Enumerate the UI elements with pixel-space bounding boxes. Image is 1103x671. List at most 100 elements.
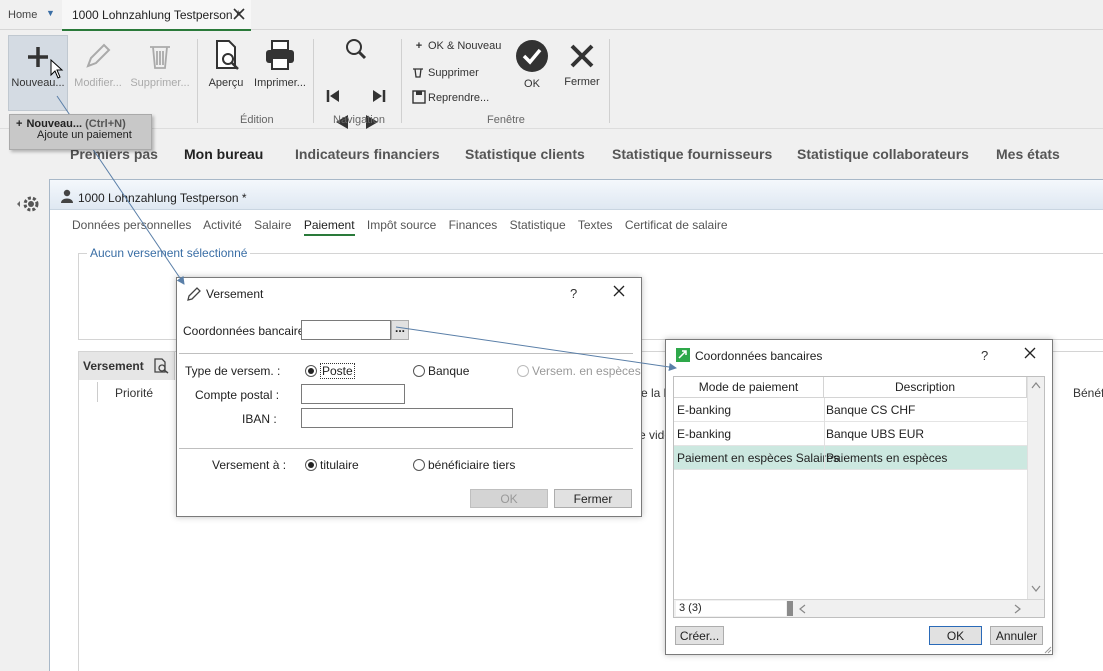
plus-icon: + [16, 118, 23, 130]
preview-icon[interactable] [153, 358, 169, 374]
cell-mode: E-banking [677, 427, 732, 441]
column-header-benef[interactable]: Bénéf. [1073, 386, 1103, 400]
tooltip: + Nouveau... (Ctrl+N) Ajoute un paiement [9, 114, 152, 150]
tab-lohnzahlung[interactable]: 1000 Lohnzahlung Testperson * [62, 0, 251, 31]
apercu-button[interactable]: Aperçu [204, 35, 248, 111]
ok-button[interactable]: OK [929, 626, 982, 645]
radio-label: titulaire [320, 458, 359, 472]
chevron-left-icon[interactable] [798, 604, 806, 614]
last-record-icon[interactable] [372, 88, 386, 104]
checkmark-icon [516, 40, 548, 72]
compte-postal-input[interactable] [301, 384, 405, 404]
label-iban: IBAN : [242, 412, 277, 426]
ok-nouveau-label: OK & Nouveau [428, 40, 502, 52]
column-header-mode[interactable]: Mode de paiement [674, 377, 824, 398]
modifier-button[interactable]: Modifier... [72, 35, 124, 111]
save-icon [412, 90, 426, 104]
tab-home[interactable]: Home [8, 9, 37, 21]
supprimer-small-button[interactable]: Supprimer [412, 66, 479, 79]
subtab-certificat-salaire[interactable]: Certificat de salaire [625, 218, 728, 232]
annuler-button[interactable]: Annuler [990, 626, 1043, 645]
module-tab-statistique-collaborateurs[interactable]: Statistique collaborateurs [797, 146, 969, 162]
browse-button[interactable]: ... [391, 320, 409, 340]
ok-nouveau-button[interactable]: + OK & Nouveau [412, 40, 502, 52]
reprendre-label: Reprendre... [428, 92, 490, 104]
label-compte-postal: Compte postal : [195, 388, 280, 402]
separator [179, 448, 633, 449]
module-tab-mon-bureau[interactable]: Mon bureau [184, 146, 263, 162]
coordonnees-input[interactable] [301, 320, 391, 340]
pencil-icon [187, 287, 201, 301]
module-tab-mes-etats[interactable]: Mes états [996, 146, 1060, 162]
radio-beneficiaire[interactable]: bénéficiaire tiers [413, 458, 515, 472]
supprimer-button[interactable]: Supprimer... [130, 35, 190, 111]
ok-button[interactable]: OK [470, 489, 548, 508]
plus-icon: + [415, 40, 423, 52]
vertical-scrollbar[interactable] [1027, 377, 1044, 599]
chevron-up-icon[interactable] [1031, 381, 1041, 389]
module-tab-statistique-fournisseurs[interactable]: Statistique fournisseurs [612, 146, 772, 162]
radio-especes[interactable]: Versem. en espèces [517, 364, 641, 378]
group-separator [401, 39, 402, 123]
table-row[interactable]: E-banking Banque CS CHF [674, 398, 1027, 422]
subtab-statistique[interactable]: Statistique [510, 218, 566, 232]
radio-titulaire[interactable]: titulaire [305, 458, 359, 472]
resize-grip-icon[interactable] [1042, 644, 1052, 654]
splitter-handle[interactable] [787, 601, 793, 616]
subtabs: Données personnelles Activité Salaire Pa… [72, 218, 737, 236]
group-label-navigation: Navigation [333, 114, 385, 126]
radio-label: bénéficiaire tiers [428, 458, 516, 472]
module-tab-indicateurs[interactable]: Indicateurs financiers [295, 146, 440, 162]
bank-table: Mode de paiement Description E-banking B… [673, 376, 1045, 618]
reprendre-button[interactable]: Reprendre... [412, 90, 489, 104]
grid-tab-versement[interactable]: Versement [79, 352, 175, 380]
gear-icon[interactable] [15, 193, 39, 220]
separator [179, 353, 633, 354]
subtab-finances[interactable]: Finances [449, 218, 498, 232]
ok-button[interactable]: OK [512, 35, 552, 111]
column-divider [824, 398, 825, 470]
subtab-salaire[interactable]: Salaire [254, 218, 291, 232]
horizontal-scrollbar[interactable]: 3 (3) [674, 599, 1044, 617]
module-tab-statistique-clients[interactable]: Statistique clients [465, 146, 585, 162]
column-header-description[interactable]: Description [824, 377, 1027, 398]
tab-label: 1000 Lohnzahlung Testperson * [72, 8, 241, 22]
subtab-paiement[interactable]: Paiement [303, 218, 355, 236]
first-record-icon[interactable] [326, 88, 340, 104]
bank-dialog: Coordonnées bancaires ? Mode de paiement… [665, 339, 1053, 655]
radio-poste[interactable]: Poste [305, 363, 355, 379]
fermer-label: Fermer [564, 76, 600, 88]
subtab-donnees-personnelles[interactable]: Données personnelles [72, 218, 191, 232]
help-icon[interactable]: ? [570, 286, 577, 301]
chevron-down-icon[interactable]: ▼ [46, 8, 55, 18]
fieldset-legend: Aucun versement sélectionné [87, 246, 251, 260]
fermer-button[interactable]: Fermer [554, 489, 632, 508]
imprimer-button[interactable]: Imprimer... [252, 35, 308, 111]
subtab-activite[interactable]: Activité [203, 218, 242, 232]
creer-button[interactable]: Créer... [675, 626, 724, 645]
label-type-versement: Type de versem. : [185, 364, 281, 378]
tab-strip: Home ▼ 1000 Lohnzahlung Testperson * [0, 0, 1103, 31]
subtab-impot-source[interactable]: Impôt source [367, 218, 436, 232]
ok-label: OK [524, 78, 540, 90]
fermer-button[interactable]: Fermer [560, 35, 604, 111]
radio-indicator [413, 365, 425, 377]
chevron-right-icon[interactable] [1014, 604, 1022, 614]
help-icon[interactable]: ? [981, 348, 988, 363]
column-header-priorite[interactable]: Priorité [115, 386, 153, 400]
table-row[interactable]: Paiement en espèces Salaires Paiements e… [674, 446, 1027, 470]
bank-icon [676, 348, 690, 362]
radio-banque[interactable]: Banque [413, 364, 469, 378]
subtab-textes[interactable]: Textes [578, 218, 613, 232]
iban-input[interactable] [301, 408, 513, 428]
chevron-down-icon[interactable] [1031, 585, 1041, 593]
pencil-icon [86, 43, 111, 68]
supprimer-label: Supprimer... [130, 77, 190, 89]
close-icon[interactable] [1022, 345, 1038, 361]
close-icon[interactable] [611, 283, 627, 299]
close-icon[interactable] [230, 5, 248, 23]
table-row[interactable]: E-banking Banque UBS EUR [674, 422, 1027, 446]
preview-icon [216, 40, 239, 70]
radio-label: Banque [428, 364, 470, 378]
supprimer-small-label: Supprimer [428, 67, 479, 79]
